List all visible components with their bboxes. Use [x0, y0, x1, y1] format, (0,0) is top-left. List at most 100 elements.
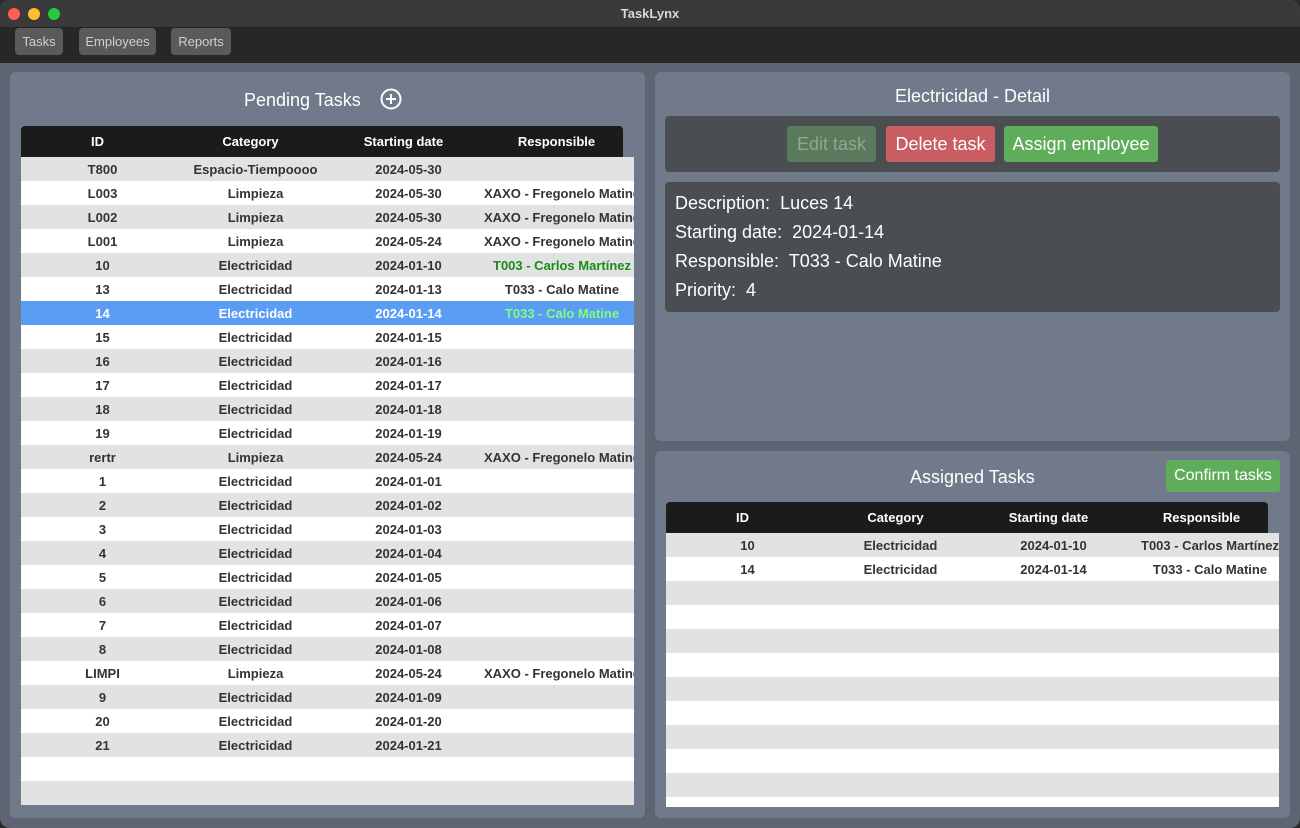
table-row[interactable]: [666, 701, 1279, 725]
detail-info-box: Description: Luces 14 Starting date: 202…: [665, 182, 1280, 312]
description-row: Description: Luces 14: [675, 193, 853, 214]
table-row[interactable]: 15 Electricidad 2024-01-15: [21, 325, 634, 349]
table-row[interactable]: 10 Electricidad 2024-01-10 T003 - Carlos Ma…: [666, 533, 1279, 557]
column-header-category[interactable]: Category: [174, 126, 327, 157]
cell-responsible: XAXO - Fregonelo Matine: [483, 209, 634, 225]
table-row[interactable]: 20 Electricidad 2024-01-20: [21, 709, 634, 733]
cell-category: Electricidad: [218, 425, 293, 441]
table-row[interactable]: 4 Electricidad 2024-01-04: [21, 541, 634, 565]
cell-responsible: [480, 157, 634, 181]
edit-task-button[interactable]: Edit task: [787, 126, 876, 162]
cell-id: L001: [87, 233, 118, 249]
cell-id: 6: [98, 593, 107, 609]
table-row[interactable]: [666, 749, 1279, 773]
cell-category: Electricidad: [218, 497, 293, 513]
delete-task-button[interactable]: Delete task: [886, 126, 995, 162]
table-row[interactable]: 3 Electricidad 2024-01-03: [21, 517, 634, 541]
cell-date: 2024-05-24: [375, 449, 442, 465]
column-header-starting-date[interactable]: Starting date: [327, 126, 480, 157]
cell-id: 20: [95, 713, 110, 729]
table-row[interactable]: [666, 581, 1279, 605]
cell-responsible: [1128, 653, 1279, 677]
menu-employees-button[interactable]: Employees: [79, 28, 156, 55]
cell-date: 2024-01-06: [375, 593, 442, 609]
assigned-tasks-title: Assigned Tasks: [910, 467, 1035, 487]
cell-responsible: T033 - Calo Matine: [504, 305, 620, 321]
assigned-column-header-category[interactable]: Category: [819, 502, 972, 533]
cell-id: 13: [95, 281, 110, 297]
cell-id: 7: [98, 617, 107, 633]
table-row[interactable]: [666, 629, 1279, 653]
cell-date: [972, 797, 1135, 807]
menu-reports-button[interactable]: Reports: [171, 28, 231, 55]
cell-id: 2: [98, 497, 107, 513]
assigned-column-header-starting-date[interactable]: Starting date: [972, 502, 1125, 533]
cell-date: 2024-01-07: [375, 617, 442, 633]
cell-date: 2024-01-04: [375, 545, 442, 561]
cell-date: 2024-01-01: [375, 473, 442, 489]
confirm-tasks-button[interactable]: Confirm tasks: [1166, 460, 1280, 492]
table-row[interactable]: [666, 797, 1279, 807]
table-row[interactable]: [666, 677, 1279, 701]
cell-date: 2024-01-10: [1020, 537, 1087, 553]
menu-tasks-button[interactable]: Tasks: [15, 28, 63, 55]
cell-category: Electricidad: [218, 569, 293, 585]
cell-responsible: [1128, 749, 1279, 773]
cell-category: Limpieza: [227, 449, 284, 465]
table-row[interactable]: 16 Electricidad 2024-01-16: [21, 349, 634, 373]
table-row[interactable]: 14 Electricidad 2024-01-14 T033 - Calo Mati…: [666, 557, 1279, 581]
cell-id: 14: [740, 561, 755, 577]
cell-responsible: [1128, 581, 1279, 605]
table-row[interactable]: [21, 757, 634, 781]
table-row[interactable]: L002 Limpieza 2024-05-30 XAXO - Fregonelo M…: [21, 205, 634, 229]
assign-employee-button[interactable]: Assign employee: [1004, 126, 1158, 162]
table-row[interactable]: 7 Electricidad 2024-01-07: [21, 613, 634, 637]
table-row[interactable]: 13 Electricidad 2024-01-13 T033 - Calo Mati…: [21, 277, 634, 301]
table-row[interactable]: 18 Electricidad 2024-01-18: [21, 397, 634, 421]
table-row[interactable]: T800 Espacio-Tiempoooo 2024-05-30: [21, 157, 634, 181]
cell-responsible: T033 - Calo Matine: [1152, 561, 1268, 577]
column-header-responsible[interactable]: Responsible: [480, 126, 633, 157]
cell-responsible: [480, 397, 634, 421]
cell-category: Electricidad: [218, 329, 293, 345]
table-row[interactable]: 19 Electricidad 2024-01-19: [21, 421, 634, 445]
table-row[interactable]: 21 Electricidad 2024-01-21: [21, 733, 634, 757]
column-header-id[interactable]: ID: [21, 126, 174, 157]
cell-responsible: [480, 469, 634, 493]
table-row[interactable]: LIMPI Limpieza 2024-05-24 XAXO - Fregonelo …: [21, 661, 634, 685]
plus-circle-icon[interactable]: [380, 88, 402, 110]
table-row[interactable]: 14 Electricidad 2024-01-14 T033 - Calo Mati…: [21, 301, 634, 325]
table-row[interactable]: [21, 781, 634, 805]
assigned-column-header-id[interactable]: ID: [666, 502, 819, 533]
cell-responsible: T003 - Carlos Martínez: [1141, 537, 1279, 553]
table-row[interactable]: [666, 605, 1279, 629]
table-row[interactable]: [666, 725, 1279, 749]
table-row[interactable]: 10 Electricidad 2024-01-10 T003 - Carlos Ma…: [21, 253, 634, 277]
cell-responsible: XAXO - Fregonelo Matine: [483, 449, 634, 465]
table-row[interactable]: 5 Electricidad 2024-01-05: [21, 565, 634, 589]
cell-responsible: [480, 373, 634, 397]
cell-id: 18: [95, 401, 110, 417]
table-row[interactable]: 9 Electricidad 2024-01-09: [21, 685, 634, 709]
cell-date: 2024-01-13: [375, 281, 442, 297]
cell-date: [327, 757, 490, 781]
table-row[interactable]: 6 Electricidad 2024-01-06: [21, 589, 634, 613]
table-row[interactable]: rertr Limpieza 2024-05-24 XAXO - Fregonelo …: [21, 445, 634, 469]
table-row[interactable]: L003 Limpieza 2024-05-30 XAXO - Fregonelo M…: [21, 181, 634, 205]
table-row[interactable]: L001 Limpieza 2024-05-24 XAXO - Fregonelo M…: [21, 229, 634, 253]
table-row[interactable]: 8 Electricidad 2024-01-08: [21, 637, 634, 661]
cell-responsible: [480, 493, 634, 517]
table-row[interactable]: [666, 773, 1279, 797]
assigned-column-header-responsible[interactable]: Responsible: [1125, 502, 1278, 533]
cell-category: Electricidad: [218, 713, 293, 729]
table-row[interactable]: 2 Electricidad 2024-01-02: [21, 493, 634, 517]
cell-date: [972, 701, 1135, 725]
cell-date: [972, 725, 1135, 749]
cell-responsible: [480, 349, 634, 373]
starting-date-value: 2024-01-14: [792, 222, 885, 242]
table-row[interactable]: 1 Electricidad 2024-01-01: [21, 469, 634, 493]
cell-category: [819, 629, 982, 653]
cell-id: 15: [95, 329, 110, 345]
table-row[interactable]: [666, 653, 1279, 677]
table-row[interactable]: 17 Electricidad 2024-01-17: [21, 373, 634, 397]
